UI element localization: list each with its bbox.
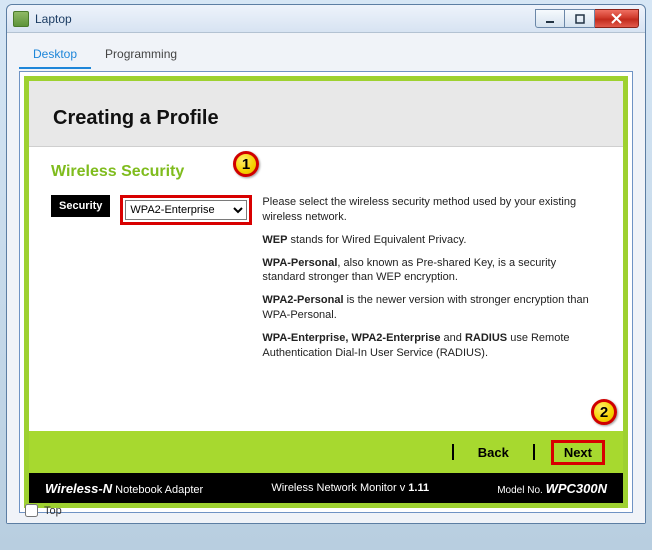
security-label: Security [51,195,110,217]
panel-outer: Creating a Profile Wireless Security Sec… [19,71,633,513]
client-area: Desktop Programming Creating a Profile W… [7,33,645,523]
security-description: Please select the wireless security meth… [262,195,601,369]
top-checkbox-row[interactable]: Top [25,504,62,517]
window-title: Laptop [35,12,72,26]
tab-desktop[interactable]: Desktop [19,43,91,69]
top-checkbox-label: Top [44,505,62,517]
wizard-panel: Creating a Profile Wireless Security Sec… [24,76,628,508]
app-window: Laptop Desktop Programming Creating a Pr… [6,4,646,524]
panel-header: Creating a Profile [29,81,623,147]
action-bar: Back Next [29,431,623,473]
security-select-highlight: WPA2-Enterprise [120,195,252,225]
footer-bar: Wireless-N Notebook Adapter Wireless Net… [29,473,623,503]
desc-wpa2-personal: WPA2-Personal is the newer version with … [262,293,595,323]
desc-wpa-personal: WPA-Personal, also known as Pre-shared K… [262,256,595,286]
close-button[interactable] [595,9,639,28]
tab-bar: Desktop Programming [19,43,633,69]
minimize-icon [545,14,555,24]
next-button[interactable]: Next [556,439,600,466]
top-checkbox[interactable] [25,504,38,517]
callout-2: 2 [591,399,617,425]
maximize-button[interactable] [565,9,595,28]
panel-body: Wireless Security Security WPA2-Enterpri… [29,147,623,431]
back-button[interactable]: Back [470,439,517,466]
tab-programming[interactable]: Programming [91,43,191,69]
desc-intro: Please select the wireless security meth… [262,195,595,225]
security-select[interactable]: WPA2-Enterprise [125,200,247,220]
titlebar[interactable]: Laptop [7,5,645,33]
app-icon [13,11,29,27]
section-title: Wireless Security [51,163,601,181]
desc-enterprise: WPA-Enterprise, WPA2-Enterprise and RADI… [262,331,595,361]
maximize-icon [575,14,585,24]
separator [452,444,454,460]
minimize-button[interactable] [535,9,565,28]
footer-monitor: Wireless Network Monitor v 1.11 [271,482,429,494]
desc-wep: WEP stands for Wired Equivalent Privacy. [262,233,595,248]
next-button-highlight: Next [551,440,605,465]
close-icon [611,13,622,24]
separator [533,444,535,460]
footer-model: Model No. WPC300N [497,481,607,496]
page-title: Creating a Profile [53,107,599,130]
footer-brand: Wireless-N Notebook Adapter [45,481,203,496]
callout-1: 1 [233,151,259,177]
